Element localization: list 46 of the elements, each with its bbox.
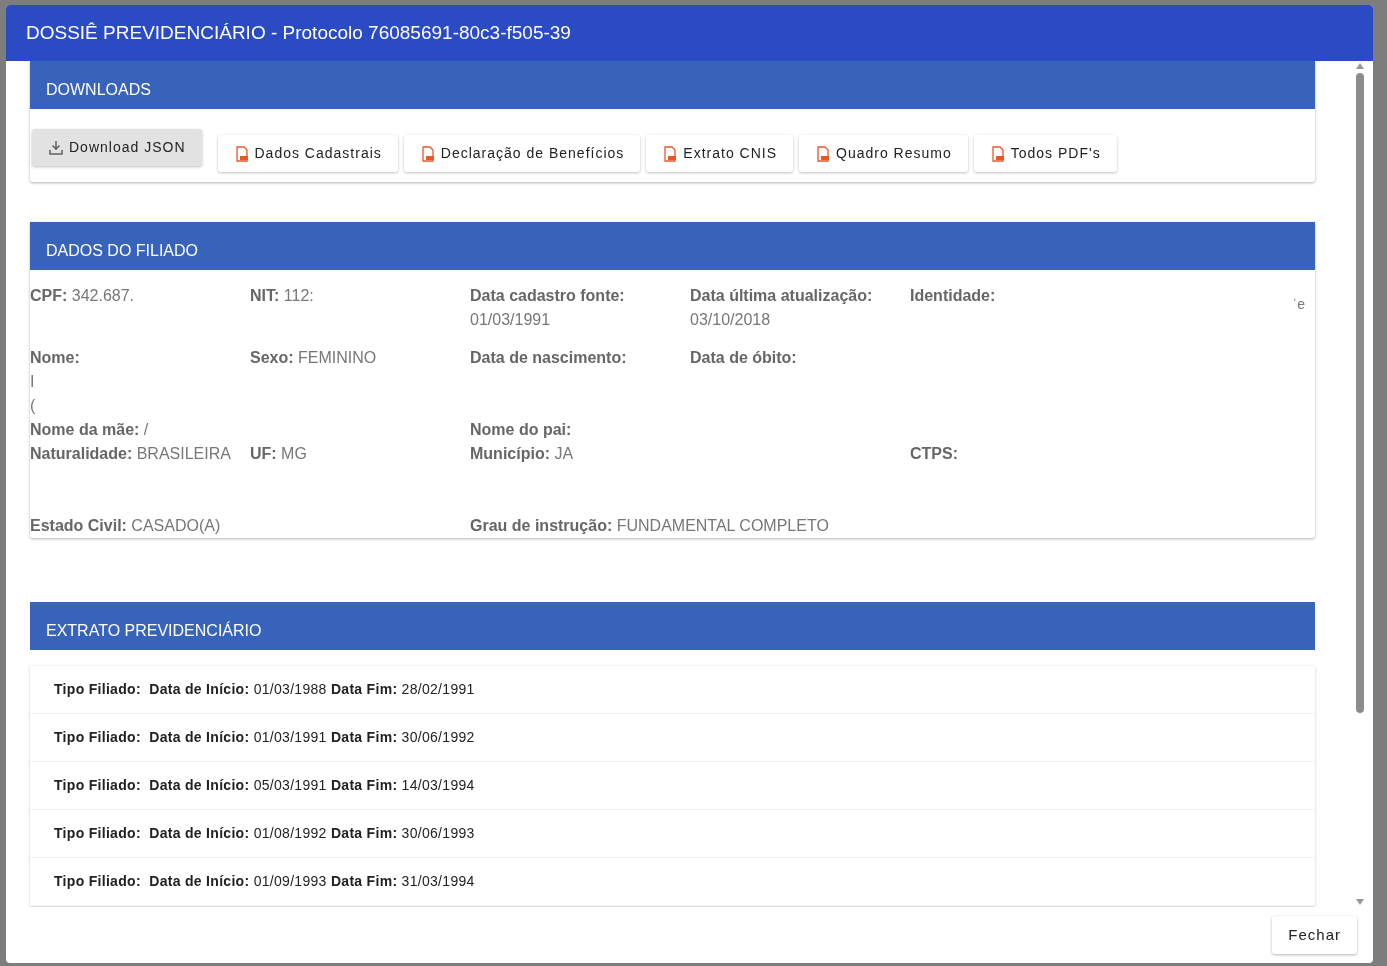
field-text: Data última atualização: <box>690 286 874 306</box>
scroll-down-icon[interactable] <box>1356 899 1364 905</box>
field-value: ( <box>30 396 37 416</box>
period-text: Tipo Filiado: Data de Início: 05/03/1991 Data Fim: 14/03/1994 <box>54 776 475 795</box>
section-title: EXTRATO PREVIDENCIÁRIO <box>46 620 262 641</box>
pdf-file-icon <box>815 145 832 162</box>
field-text: Data de óbito: <box>690 348 798 368</box>
period-text: Tipo Filiado: Data de Início: 01/03/1991 Data Fim: 30/06/1992 <box>54 728 475 747</box>
pdf-file-icon <box>989 145 1006 162</box>
section-title: DADOS DO FILIADO <box>46 241 199 261</box>
pdf-file-icon <box>662 145 679 162</box>
field-value: ˈe <box>1292 295 1305 314</box>
period-text: Tipo Filiado: Data de Início: 01/09/1993 Data Fim: 31/03/1994 <box>54 872 475 891</box>
field-text: Nome: <box>30 348 81 368</box>
field-text: Nome da mãe: / <box>30 420 150 440</box>
field-text: Naturalidade: BRASILEIRA <box>30 444 232 464</box>
field-text: CPF: 342.687. <box>30 286 136 306</box>
field-text: Nome do pai: <box>470 420 573 440</box>
field-text: Data cadastro fonte: <box>470 286 626 306</box>
pdf-button[interactable]: Todos PDF's <box>973 135 1117 172</box>
field-value: I <box>30 372 36 392</box>
field-text: Município: JA <box>470 444 575 464</box>
pdf-button[interactable]: Extrato CNIS <box>646 135 794 172</box>
field-text: Grau de instrução: FUNDAMENTAL COMPLETO <box>470 516 830 536</box>
field-value: 01/03/1991 <box>470 310 552 330</box>
field-text: Estado Civil: CASADO(A) <box>30 516 222 536</box>
period-text: Tipo Filiado: Data de Início: 01/08/1992 Data Fim: 30/06/1993 <box>54 824 475 843</box>
pdf-file-icon <box>233 145 250 162</box>
pdf-button[interactable]: Quadro Resumo <box>799 135 968 172</box>
pdf-button[interactable]: Declaração de Benefícios <box>403 135 641 172</box>
pdf-button[interactable]: Dados Cadastrais <box>217 135 398 172</box>
section-title: DOWNLOADS <box>46 80 151 100</box>
dialog-title: DOSSIÊ PREVIDENCIÁRIO - Protocolo 76085691-80c3-f505-39 <box>26 20 571 45</box>
field-text: Data de nascimento: <box>470 348 628 368</box>
scroll-up-icon[interactable] <box>1356 63 1364 69</box>
field-text: Identidade: <box>910 286 997 306</box>
field-value: 03/10/2018 <box>690 310 772 330</box>
close-button[interactable]: Fechar <box>1272 915 1357 955</box>
field-text: CTPS: <box>910 444 959 464</box>
field-text: Sexo: FEMININO <box>250 348 378 368</box>
download-icon <box>48 139 64 156</box>
period-text: Tipo Filiado: Data de Início: 01/03/1988 Data Fim: 28/02/1991 <box>54 680 475 699</box>
field-text: UF: MG <box>250 444 308 464</box>
pdf-file-icon <box>419 145 436 162</box>
field-text: NIT: 112: <box>250 286 315 306</box>
download-button[interactable]: Download JSON <box>32 129 202 166</box>
